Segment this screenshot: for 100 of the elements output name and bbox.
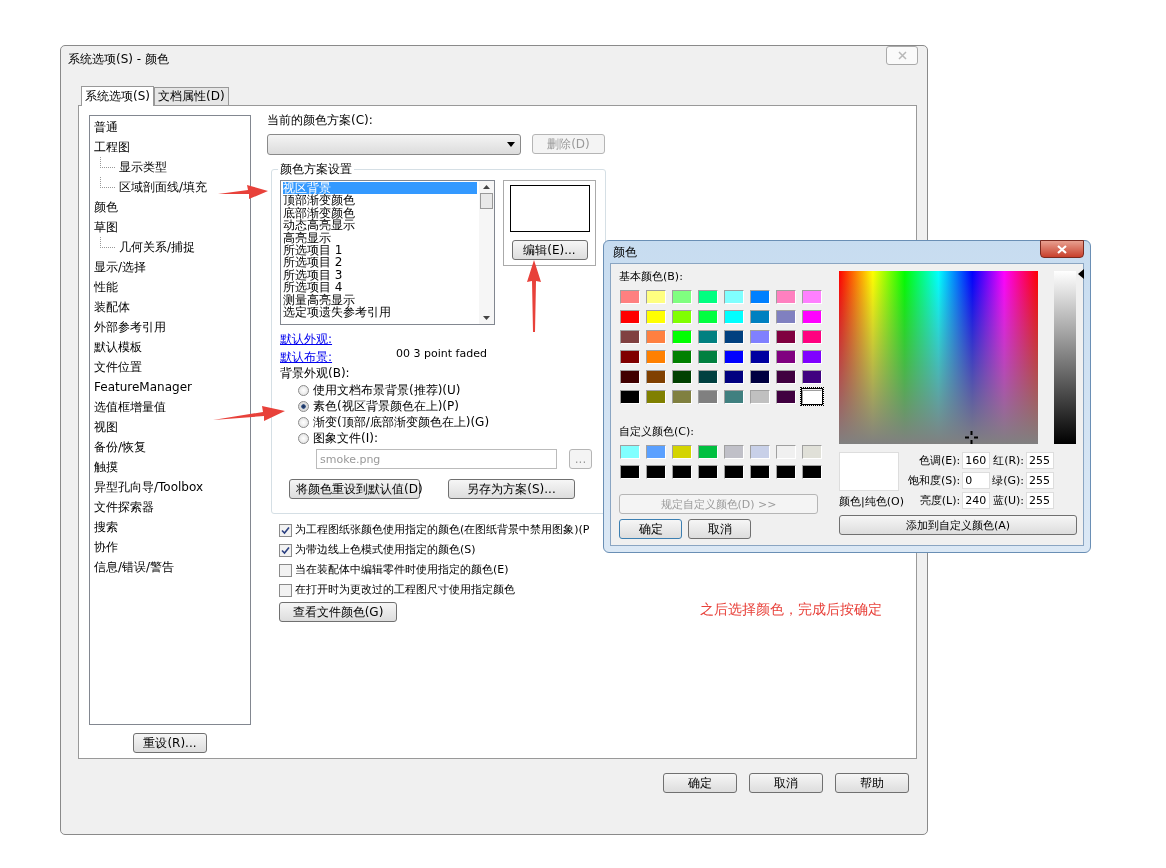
- color-cell[interactable]: [671, 348, 693, 365]
- color-cell[interactable]: [645, 348, 667, 365]
- tab[interactable]: 系统选项(S): [81, 86, 154, 106]
- number-field[interactable]: 255: [1026, 492, 1055, 509]
- color-cell[interactable]: [749, 368, 771, 385]
- number-field[interactable]: 160: [962, 452, 991, 469]
- color-cell[interactable]: [723, 348, 745, 365]
- color-cell[interactable]: [749, 463, 771, 480]
- color-cell[interactable]: [775, 388, 797, 405]
- sidebar-item[interactable]: 选值框增量值: [94, 397, 166, 417]
- sidebar-item[interactable]: 文件探索器: [94, 497, 154, 517]
- list-item[interactable]: 测量高亮显示: [283, 293, 477, 307]
- sidebar-item[interactable]: 备份/恢复: [94, 437, 147, 457]
- color-cell[interactable]: [801, 443, 823, 460]
- default-scene-link[interactable]: 默认布景:: [280, 349, 333, 365]
- color-cell[interactable]: [619, 348, 641, 365]
- cancel-button[interactable]: 取消: [688, 519, 751, 539]
- slider-arrow-icon[interactable]: [1078, 269, 1084, 279]
- color-cell[interactable]: [645, 368, 667, 385]
- color-cell[interactable]: [619, 288, 641, 305]
- dialog-button[interactable]: 帮助: [835, 773, 909, 793]
- list-item[interactable]: 顶部渐变颜色: [283, 194, 477, 207]
- checkbox-option[interactable]: 在打开时为更改过的工程图尺寸使用指定颜色: [279, 580, 515, 600]
- list-item[interactable]: 所选项目 2: [283, 256, 477, 269]
- luminance-bar[interactable]: [1054, 271, 1076, 444]
- number-field[interactable]: 0: [962, 472, 991, 489]
- color-cell[interactable]: [801, 348, 823, 365]
- checkbox-option[interactable]: 为带边线上色模式使用指定的颜色(S): [279, 540, 476, 560]
- sidebar-item[interactable]: 区域剖面线/填充: [119, 177, 208, 197]
- sidebar-item[interactable]: 显示/选择: [94, 257, 147, 277]
- ok-button[interactable]: 确定: [619, 519, 682, 539]
- checkbox-option[interactable]: 当在装配体中编辑零件时使用指定的颜色(E): [279, 560, 509, 580]
- color-cell[interactable]: [749, 288, 771, 305]
- color-cell[interactable]: [697, 288, 719, 305]
- color-cell[interactable]: [775, 443, 797, 460]
- list-item[interactable]: 所选项目 1: [283, 244, 477, 257]
- color-cell[interactable]: [775, 463, 797, 480]
- color-cell[interactable]: [697, 388, 719, 405]
- reset-colors-button[interactable]: 将颜色重设到默认值(D): [289, 479, 420, 499]
- color-cell[interactable]: [749, 328, 771, 345]
- color-cell[interactable]: [723, 463, 745, 480]
- color-cell[interactable]: [697, 463, 719, 480]
- color-cell[interactable]: [645, 288, 667, 305]
- sidebar-item[interactable]: 草图: [94, 217, 118, 237]
- list-item[interactable]: 选定项遗失参考引用: [283, 306, 477, 319]
- sidebar-item[interactable]: 性能: [94, 277, 118, 297]
- color-cell[interactable]: [723, 308, 745, 325]
- color-cell[interactable]: [801, 463, 823, 480]
- view-file-colors-button[interactable]: 查看文件颜色(G): [279, 602, 397, 622]
- sidebar-item[interactable]: 默认模板: [94, 337, 142, 357]
- color-cell[interactable]: [775, 288, 797, 305]
- scheme-dropdown[interactable]: [267, 134, 521, 155]
- dialog-button[interactable]: 确定: [663, 773, 737, 793]
- color-cell[interactable]: [723, 443, 745, 460]
- color-cell[interactable]: [775, 348, 797, 365]
- sidebar-item[interactable]: 协作: [94, 537, 118, 557]
- color-cell[interactable]: [749, 388, 771, 405]
- color-cell[interactable]: [723, 368, 745, 385]
- color-cell[interactable]: [749, 348, 771, 365]
- sidebar-item[interactable]: 异型孔向导/Toolbox: [94, 477, 204, 497]
- color-cell[interactable]: [775, 328, 797, 345]
- sidebar-item[interactable]: FeatureManager: [94, 377, 192, 397]
- color-cell[interactable]: [671, 463, 693, 480]
- color-cell[interactable]: [671, 388, 693, 405]
- radio-option[interactable]: 素色(视区背景颜色在上)(P): [298, 398, 459, 414]
- number-field[interactable]: 255: [1026, 472, 1055, 489]
- color-cell[interactable]: [671, 443, 693, 460]
- color-cell[interactable]: [619, 443, 641, 460]
- sidebar-item[interactable]: 外部参考引用: [94, 317, 166, 337]
- radio-option[interactable]: 使用文档布景背景(推荐)(U): [298, 382, 461, 398]
- save-scheme-button[interactable]: 另存为方案(S)...: [448, 479, 575, 499]
- default-appearance-link[interactable]: 默认外观:: [280, 331, 333, 347]
- list-item[interactable]: 动态高亮显示: [283, 219, 477, 232]
- color-cell[interactable]: [697, 348, 719, 365]
- close-button[interactable]: [1040, 240, 1084, 258]
- color-cell[interactable]: [619, 388, 641, 405]
- sidebar-item[interactable]: 文件位置: [94, 357, 142, 377]
- scroll-thumb[interactable]: [480, 193, 493, 209]
- color-cell[interactable]: [671, 328, 693, 345]
- sidebar-item[interactable]: 颜色: [94, 197, 118, 217]
- sidebar-item[interactable]: 搜索: [94, 517, 118, 537]
- color-cell[interactable]: [697, 443, 719, 460]
- add-custom-button[interactable]: 添加到自定义颜色(A): [839, 515, 1077, 535]
- color-cell[interactable]: [645, 328, 667, 345]
- color-cell[interactable]: [723, 288, 745, 305]
- list-item[interactable]: 所选项目 3: [283, 268, 477, 282]
- color-cell[interactable]: [645, 443, 667, 460]
- checkbox-option[interactable]: 为工程图纸张颜色使用指定的颜色(在图纸背景中禁用图象)(P: [279, 520, 590, 540]
- tab[interactable]: 文档属性(D): [154, 87, 229, 105]
- scrollbar[interactable]: [479, 181, 494, 324]
- color-cell[interactable]: [671, 288, 693, 305]
- color-cell[interactable]: [645, 308, 667, 325]
- edit-button[interactable]: 编辑(E)...: [511, 240, 588, 260]
- color-cell[interactable]: [697, 368, 719, 385]
- radio-option[interactable]: 图象文件(I):: [298, 430, 378, 446]
- color-cell[interactable]: [801, 308, 823, 325]
- color-cell[interactable]: [671, 368, 693, 385]
- color-cell[interactable]: [697, 328, 719, 345]
- list-item[interactable]: 底部渐变颜色: [283, 206, 477, 220]
- sidebar-item[interactable]: 视图: [94, 417, 118, 437]
